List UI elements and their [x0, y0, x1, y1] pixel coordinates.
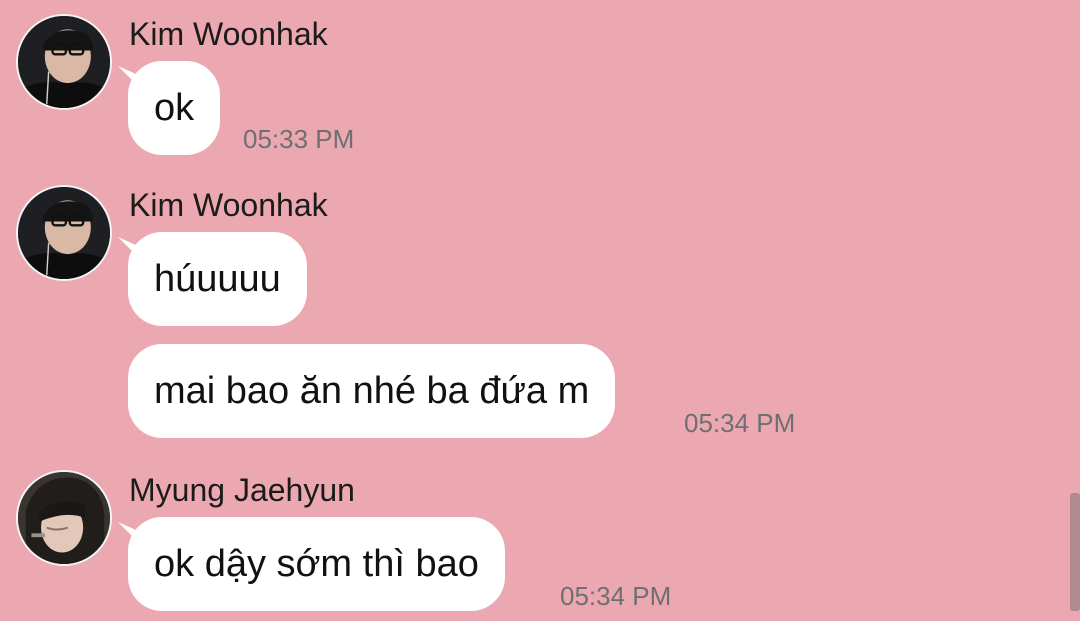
message-bubble[interactable]: mai bao ăn nhé ba đứa m — [128, 344, 616, 438]
avatar-kim-woonhak[interactable] — [16, 185, 112, 281]
message-timestamp: 05:33 PM — [243, 124, 355, 154]
message-bubble[interactable]: ok — [128, 61, 221, 155]
message-timestamp: 05:34 PM — [684, 408, 796, 438]
person-avatar-icon — [18, 187, 110, 279]
sender-name: Myung Jaehyun — [129, 472, 355, 508]
message-timestamp: 05:34 PM — [560, 581, 672, 611]
chat-message-list[interactable]: Kim Woonhak ok 05:33 PM Kim Woonhak húuu… — [0, 0, 1080, 621]
person-avatar-icon — [18, 472, 110, 564]
person-avatar-icon — [18, 16, 110, 108]
avatar-kim-woonhak[interactable] — [16, 14, 112, 110]
scrollbar-thumb[interactable] — [1070, 493, 1080, 611]
sender-name: Kim Woonhak — [129, 16, 328, 52]
message-bubble[interactable]: húuuuu — [128, 232, 307, 326]
sender-name: Kim Woonhak — [129, 187, 328, 223]
message-bubble[interactable]: ok dậy sớm thì bao — [128, 517, 505, 611]
avatar-myung-jaehyun[interactable] — [16, 470, 112, 566]
